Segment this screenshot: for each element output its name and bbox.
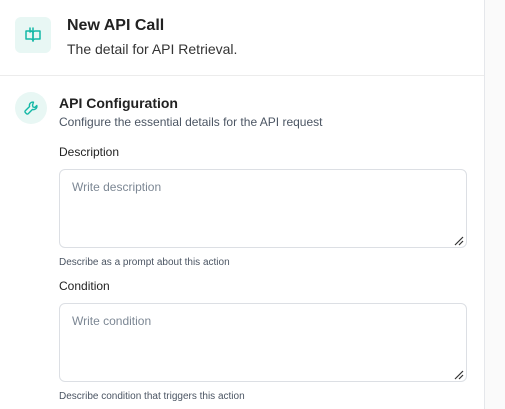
condition-label: Condition xyxy=(59,279,110,293)
description-hint: Describe as a prompt about this action xyxy=(59,257,230,268)
section-subtitle: Configure the essential details for the … xyxy=(59,115,323,129)
panel-header: New API Call The detail for API Retrieva… xyxy=(0,0,484,76)
condition-hint: Describe condition that triggers this ac… xyxy=(59,391,245,402)
section-title: API Configuration xyxy=(59,95,178,111)
page-title: New API Call xyxy=(67,17,165,34)
wrench-icon xyxy=(15,92,47,124)
description-label: Description xyxy=(59,145,120,159)
description-field[interactable] xyxy=(59,169,467,248)
resize-grip-icon[interactable] xyxy=(453,235,465,247)
condition-field[interactable] xyxy=(59,303,467,382)
api-call-panel: New API Call The detail for API Retrieva… xyxy=(0,0,485,409)
right-panel-edge xyxy=(485,0,505,409)
book-icon xyxy=(15,17,51,53)
resize-grip-icon[interactable] xyxy=(453,369,465,381)
page-subtitle: The detail for API Retrieval. xyxy=(67,41,238,57)
